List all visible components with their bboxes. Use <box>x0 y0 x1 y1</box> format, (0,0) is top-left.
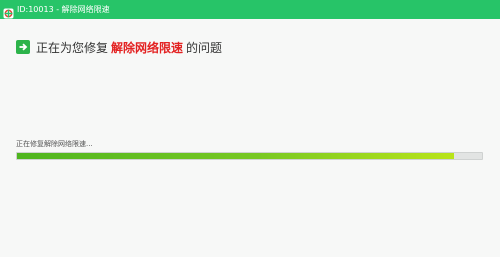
window-title: ID:10013 - 解除网络限速 <box>17 5 110 14</box>
title-bar[interactable]: ID:10013 - 解除网络限速 <box>0 0 500 19</box>
progress-bar <box>16 152 483 160</box>
main-content: 正在为您修复 解除网络限速 的问题 正在修复解除网络限速... <box>0 19 500 257</box>
headline-suffix: 的问题 <box>186 40 223 55</box>
progress-status-text: 正在修复解除网络限速... <box>16 140 93 148</box>
progress-bar-fill <box>17 153 455 159</box>
arrow-right-icon <box>16 40 30 54</box>
page-title: 正在为您修复 解除网络限速 的问题 <box>16 39 222 55</box>
headline-highlight: 解除网络限速 <box>111 40 184 55</box>
headline-prefix: 正在为您修复 <box>36 40 109 55</box>
app-logo-icon <box>3 4 14 19</box>
